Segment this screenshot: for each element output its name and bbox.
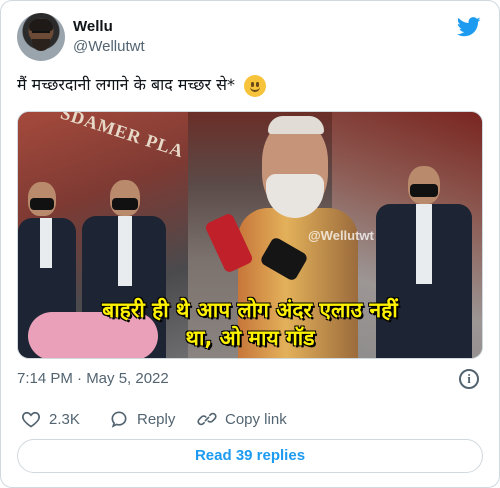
tweet-card: Wellu @Wellutwt मैं मच्छरदानी लगाने के ब…: [0, 0, 500, 488]
video-subtitles: बाहरी ही थे आप लोग अंदर एलाउ नहीं था, ओ …: [18, 296, 482, 352]
link-icon: [197, 412, 217, 426]
author-handle[interactable]: @Wellutwt: [73, 38, 145, 56]
avatar[interactable]: [17, 13, 65, 61]
like-button[interactable]: 2.3K: [21, 407, 80, 431]
tweet-text: मैं मच्छरदानी लगाने के बाद मच्छर से*: [17, 73, 483, 97]
copy-link-label: Copy link: [225, 410, 287, 428]
video-watermark: @Wellutwt: [308, 228, 374, 243]
twitter-bird-icon[interactable]: [457, 17, 481, 37]
tweet-timestamp[interactable]: 7:14 PM · May 5, 2022: [17, 369, 169, 389]
read-replies-button[interactable]: Read 39 replies: [17, 439, 483, 473]
subtitle-line-2: था, ओ माय गॉड: [185, 326, 315, 350]
reply-bubble-icon: [111, 411, 127, 428]
like-count: 2.3K: [49, 410, 80, 428]
copy-link-button[interactable]: Copy link: [197, 407, 287, 431]
tweet-text-content: मैं मच्छरदानी लगाने के बाद मच्छर से*: [17, 75, 235, 94]
tweet-video[interactable]: SDAMER PLA @Wellutwt बाहरी ही थे आप लोग …: [17, 111, 483, 359]
tweet-header: Wellu @Wellutwt: [17, 13, 483, 63]
heart-icon: [22, 411, 40, 428]
reply-button[interactable]: Reply: [109, 407, 175, 431]
tweet-actions: 2.3K Reply Copy link: [17, 407, 483, 431]
info-icon[interactable]: i: [459, 369, 479, 389]
author-display-name[interactable]: Wellu: [73, 18, 145, 36]
author-info[interactable]: Wellu @Wellutwt: [73, 18, 145, 56]
reply-label: Reply: [137, 410, 176, 428]
slightly-smiling-face-icon: [244, 74, 267, 97]
subtitle-line-1: बाहरी ही थे आप लोग अंदर एलाउ नहीं: [102, 298, 398, 322]
